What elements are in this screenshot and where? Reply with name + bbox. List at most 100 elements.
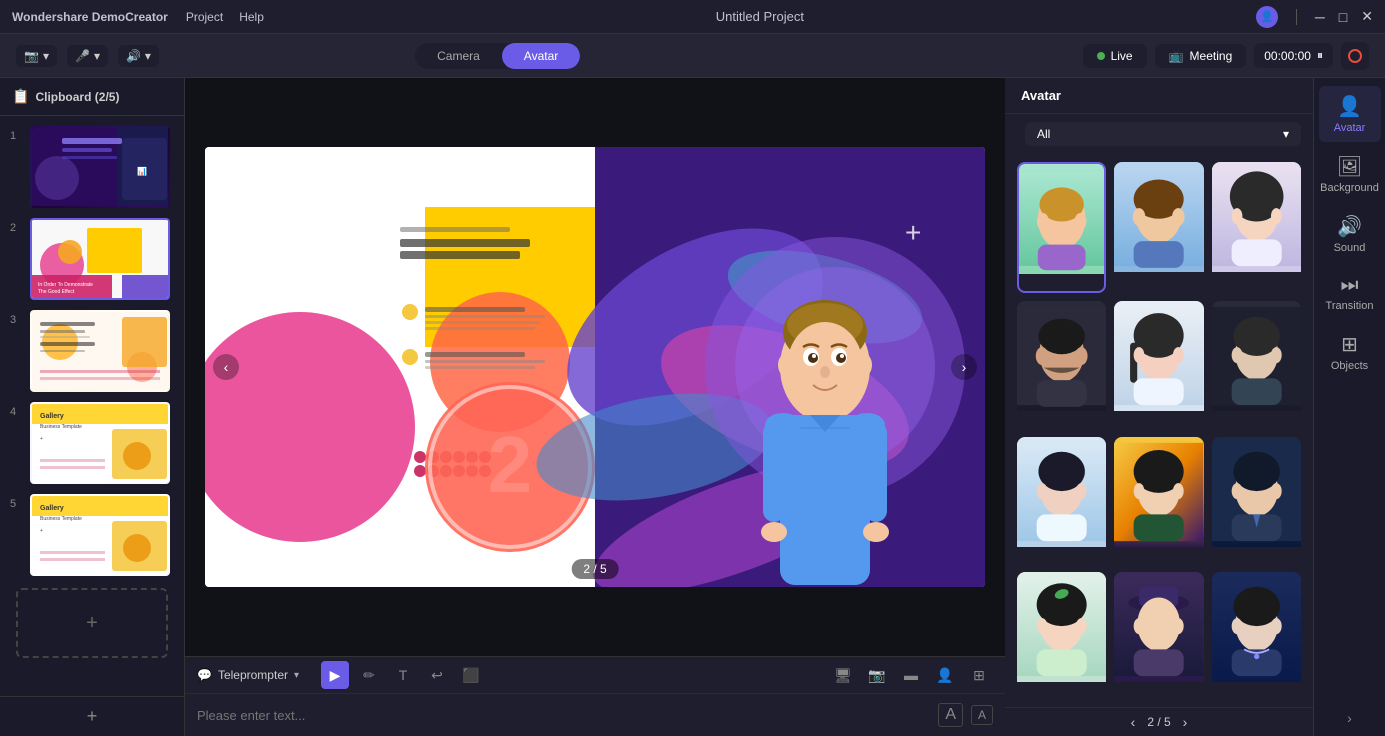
tp-media-tool[interactable]: ⬛ xyxy=(457,661,485,689)
avatar-card-2[interactable] xyxy=(1114,162,1203,293)
sidebar-expand-arrow[interactable]: › xyxy=(1347,710,1352,726)
meeting-button[interactable]: 📺 Meeting xyxy=(1155,44,1247,68)
background-icon: 🖼 xyxy=(1337,154,1362,179)
sidebar-item-sound[interactable]: 🔊 Sound xyxy=(1319,206,1381,262)
sidebar-item-background[interactable]: 🖼 Background xyxy=(1319,146,1381,202)
avatar-card-8[interactable] xyxy=(1114,437,1203,564)
filter-select[interactable]: All ▾ xyxy=(1025,122,1301,146)
preview-container: 2 + xyxy=(205,147,985,587)
menu-help[interactable]: Help xyxy=(239,10,264,24)
next-slide-button[interactable]: › xyxy=(951,354,977,380)
objects-sidebar-label: Objects xyxy=(1331,360,1368,372)
mic-dropdown-arrow[interactable]: ▾ xyxy=(94,49,100,63)
tp-layout-tool[interactable]: ▬ xyxy=(897,661,925,689)
live-label: Live xyxy=(1111,49,1133,63)
sidebar-item-transition[interactable]: ⏭ Transition xyxy=(1319,266,1381,320)
webcam-group[interactable]: 📷 ▾ xyxy=(16,45,57,67)
meeting-icon: 📺 xyxy=(1169,49,1184,63)
teleprompter-input[interactable] xyxy=(185,700,926,731)
speaker-dropdown-arrow[interactable]: ▾ xyxy=(145,49,151,63)
tp-loop-tool[interactable]: ↩ xyxy=(423,661,451,689)
font-size-controls: A A xyxy=(926,699,1005,731)
transition-icon: ⏭ xyxy=(1341,274,1359,297)
slides-list: 1 📊 2 xyxy=(0,116,184,696)
sound-sidebar-label: Sound xyxy=(1334,242,1366,254)
avatar-card-6[interactable] xyxy=(1212,301,1301,428)
avatar-gallery: Avatar All ▾ xyxy=(1005,78,1313,736)
menu-project[interactable]: Project xyxy=(186,10,223,24)
tp-screen-tool[interactable]: 🖥 xyxy=(829,661,857,689)
live-button[interactable]: Live xyxy=(1083,44,1147,68)
mic-group[interactable]: 🎤 ▾ xyxy=(67,45,108,67)
avatar-card-7[interactable] xyxy=(1017,437,1106,564)
main-area: 📋 Clipboard (2/5) 1 📊 xyxy=(0,78,1385,736)
camera-button[interactable]: Camera xyxy=(415,43,502,69)
speaker-group[interactable]: 🔊 ▾ xyxy=(118,45,159,67)
speaker-icon: 🔊 xyxy=(126,49,141,63)
avatar-tab-label[interactable]: Avatar xyxy=(1021,88,1061,103)
avatar-card-10[interactable] xyxy=(1017,572,1106,699)
slide-thumb-1[interactable]: 📊 xyxy=(30,126,170,208)
slide-thumb-4[interactable]: Gallery Business Template + xyxy=(30,402,170,484)
slide-num-3: 3 xyxy=(10,310,24,326)
prev-slide-button[interactable]: ‹ xyxy=(213,354,239,380)
user-avatar[interactable]: 👤 xyxy=(1256,6,1278,28)
avatar-sidebar-label: Avatar xyxy=(1334,122,1366,134)
avatar-card-5[interactable] xyxy=(1114,301,1203,428)
avatar-card-3[interactable] xyxy=(1212,162,1301,293)
slide-thumb-2[interactable]: In Order To Demonstrate The Good Effect xyxy=(30,218,170,300)
preview-area: 2 + xyxy=(185,78,1005,736)
mic-icon: 🎤 xyxy=(75,49,90,63)
project-title: Untitled Project xyxy=(716,9,804,24)
slide-item-5[interactable]: 5 Gallery Business Template + xyxy=(8,492,176,578)
svg-text:Gallery: Gallery xyxy=(40,505,64,512)
teleprompter-dropdown-arrow[interactable]: ▾ xyxy=(294,670,299,681)
webcam-dropdown-arrow[interactable]: ▾ xyxy=(43,49,49,63)
svg-text:Gallery: Gallery xyxy=(40,413,64,420)
right-panel: Avatar All ▾ xyxy=(1005,78,1385,736)
avatar-card-12[interactable] xyxy=(1212,572,1301,699)
tp-person-tool[interactable]: 👤 xyxy=(931,661,959,689)
avatar-card-11[interactable] xyxy=(1114,572,1203,699)
teleprompter-top: 💬 Teleprompter ▾ ▶ ✏ T ↩ ⬛ 🖥 📷 ▬ 👤 ⊞ xyxy=(185,657,1005,694)
tp-camera-small-tool[interactable]: 📷 xyxy=(863,661,891,689)
slide-item-4[interactable]: 4 Gallery Business Template + xyxy=(8,400,176,486)
preview-slide: 2 + xyxy=(205,147,985,587)
prev-page-button[interactable]: ‹ xyxy=(1131,714,1136,730)
maximize-button[interactable]: □ xyxy=(1339,9,1347,25)
sidebar-item-avatar[interactable]: 👤 Avatar xyxy=(1319,86,1381,142)
font-decrease-button[interactable]: A xyxy=(971,705,993,725)
record-button[interactable] xyxy=(1341,42,1369,70)
next-page-button[interactable]: › xyxy=(1183,714,1188,730)
clipboard-icon: 📋 xyxy=(12,88,29,105)
webcam-icon: 📷 xyxy=(24,49,39,63)
background-sidebar-label: Background xyxy=(1320,182,1379,194)
avatar-card-1[interactable] xyxy=(1017,162,1106,293)
teleprompter-label[interactable]: 💬 Teleprompter ▾ xyxy=(197,668,299,682)
sound-icon: 🔊 xyxy=(1337,214,1362,239)
add-slide-button[interactable]: + xyxy=(0,696,184,736)
tp-text-tool[interactable]: T xyxy=(389,661,417,689)
slide-item-2[interactable]: 2 In Order To Demonstrate The Good Effec… xyxy=(8,216,176,302)
svg-text:Business Template: Business Template xyxy=(40,424,82,430)
close-button[interactable]: ✕ xyxy=(1361,8,1373,25)
transition-sidebar-label: Transition xyxy=(1326,300,1374,312)
gallery-header: Avatar xyxy=(1005,78,1313,114)
tp-draw-tool[interactable]: ✏ xyxy=(355,661,383,689)
avatar-card-9[interactable] xyxy=(1212,437,1301,564)
minimize-button[interactable]: ─ xyxy=(1315,9,1325,25)
objects-icon: ⊞ xyxy=(1341,332,1358,357)
add-slide-placeholder[interactable]: + xyxy=(16,588,168,658)
slide-item-3[interactable]: 3 xyxy=(8,308,176,394)
slide-thumb-5[interactable]: Gallery Business Template + xyxy=(30,494,170,576)
slide-item-1[interactable]: 1 📊 xyxy=(8,124,176,210)
slide-thumb-3[interactable] xyxy=(30,310,170,392)
tp-right-tools: 🖥 📷 ▬ 👤 ⊞ xyxy=(829,661,993,689)
tp-grid-tool[interactable]: ⊞ xyxy=(965,661,993,689)
avatar-card-4[interactable] xyxy=(1017,301,1106,428)
sidebar-item-objects[interactable]: ⊞ Objects xyxy=(1319,324,1381,380)
font-increase-button[interactable]: A xyxy=(938,703,963,727)
tp-pointer-tool[interactable]: ▶ xyxy=(321,661,349,689)
avatar-button[interactable]: Avatar xyxy=(502,43,580,69)
teleprompter-bar: 💬 Teleprompter ▾ ▶ ✏ T ↩ ⬛ 🖥 📷 ▬ 👤 ⊞ xyxy=(185,656,1005,736)
